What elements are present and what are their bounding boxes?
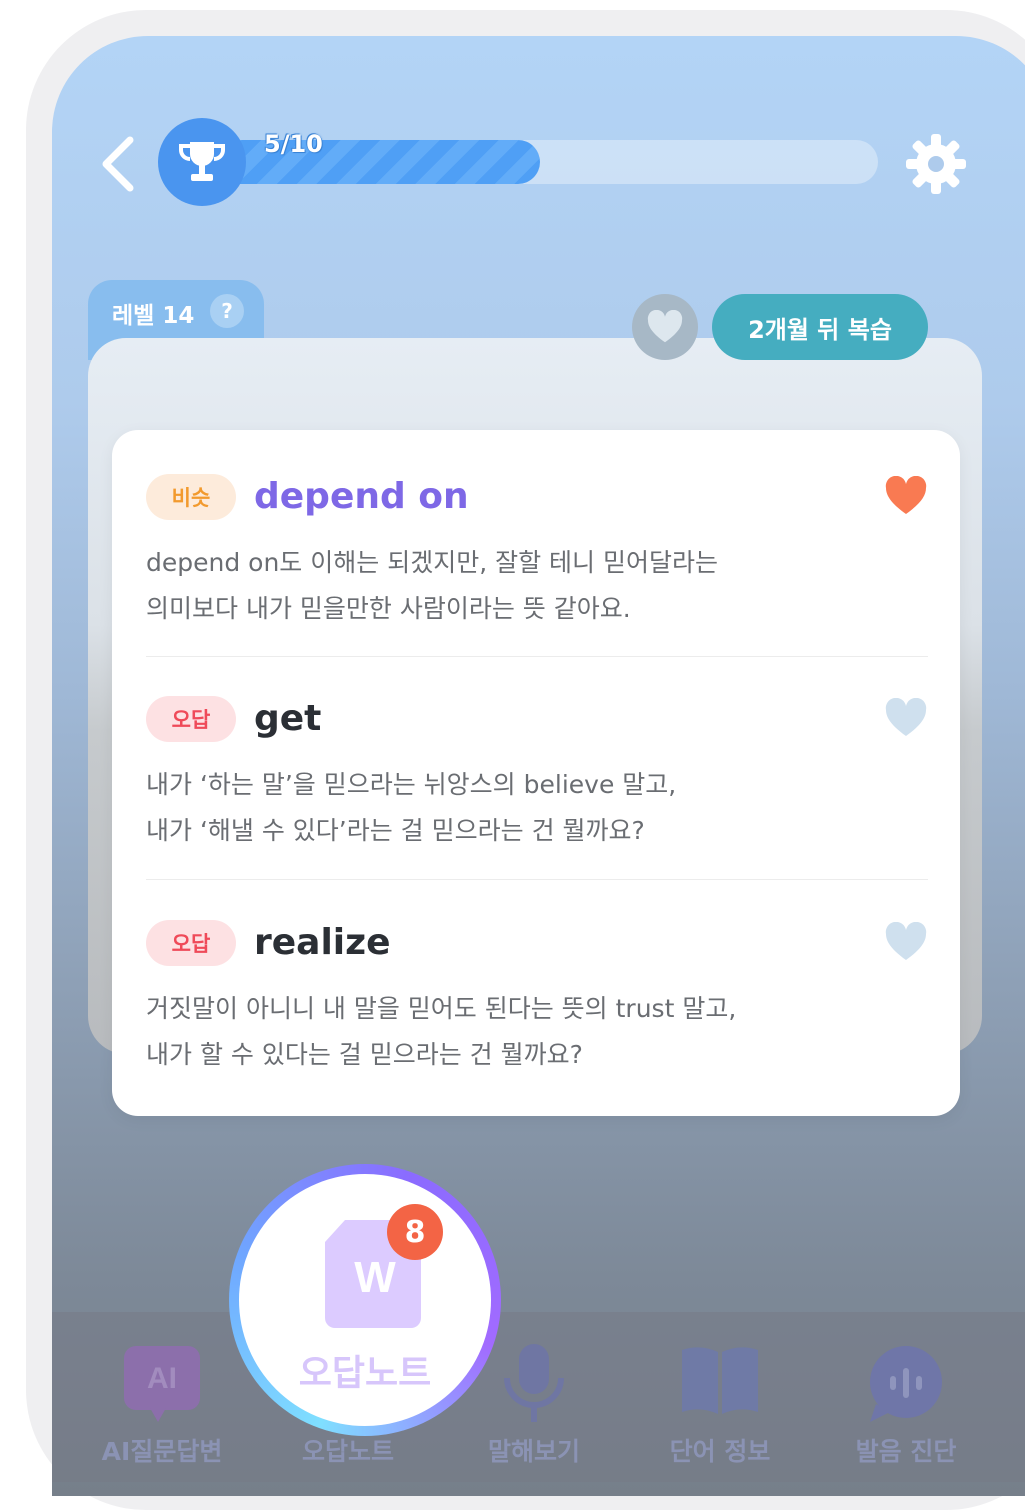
option-word: depend on <box>254 476 469 517</box>
level-label: 레벨 14 <box>112 303 195 329</box>
option-word: realize <box>254 922 391 963</box>
book-icon <box>682 1347 758 1414</box>
option-description: 내가 ‘하는 말’을 믿으라는 뉘앙스의 believe 말고, 내가 ‘해낼 … <box>146 770 677 845</box>
heart-icon <box>647 310 683 343</box>
svg-text:AI: AI <box>147 1362 177 1395</box>
option-word: get <box>254 698 322 739</box>
divider <box>146 879 928 880</box>
wrong-note-button[interactable]: W 8 오답노트 <box>229 1164 501 1436</box>
notification-badge: 8 <box>387 1204 443 1260</box>
review-schedule-badge: 2개월 뒤 복습 <box>712 294 928 360</box>
screen: 5/10 레벨 14 ? 2개월 뒤 복습 비슷 depend on depen… <box>52 36 1025 1496</box>
progress-text: 5/10 <box>264 130 323 158</box>
heart-icon[interactable] <box>884 476 928 516</box>
wrong-badge: 오답 <box>146 696 236 742</box>
similar-badge: 비슷 <box>146 474 236 520</box>
nav-label: 오답노트 <box>301 1437 394 1466</box>
nav-label: AI질문답변 <box>101 1437 223 1466</box>
favorite-button[interactable] <box>632 294 698 360</box>
nav-pronunciation[interactable]: 발음 진단 <box>814 1344 998 1474</box>
svg-text:W: W <box>354 1253 396 1302</box>
ai-chat-icon: AI <box>124 1346 200 1422</box>
gear-icon[interactable] <box>904 132 968 196</box>
answer-options-card: 비슷 depend on depend on도 이해는 되겠지만, 잘할 테니 … <box>112 430 960 1116</box>
chevron-left-icon[interactable] <box>96 134 140 194</box>
option-description: depend on도 이해는 되겠지만, 잘할 테니 믿어달라는 의미보다 내가… <box>146 548 718 623</box>
divider <box>146 656 928 657</box>
progress-fill <box>202 140 540 184</box>
wrong-note-button-inner: W 8 오답노트 <box>239 1174 491 1426</box>
bottom-nav: AI AI질문답변 오답노트 말해보기 단어 정보 발음 진단 <box>52 1312 1025 1482</box>
nav-word-info[interactable]: 단어 정보 <box>628 1344 812 1474</box>
trophy-icon <box>179 142 225 181</box>
option-description: 거짓말이 아니니 내 말을 믿어도 된다는 뜻의 trust 말고, 내가 할 … <box>146 994 737 1069</box>
nav-ai-qa[interactable]: AI AI질문답변 <box>70 1344 254 1474</box>
wrong-badge: 오답 <box>146 920 236 966</box>
nav-label: 단어 정보 <box>669 1437 771 1466</box>
nav-label: 말해보기 <box>487 1437 580 1466</box>
wrong-note-label: 오답노트 <box>298 1353 432 1394</box>
heart-icon[interactable] <box>884 698 928 738</box>
trophy-badge <box>158 118 246 206</box>
microphone-icon <box>504 1344 564 1422</box>
nav-label: 발음 진단 <box>855 1437 957 1466</box>
help-icon[interactable]: ? <box>210 294 244 328</box>
heart-icon[interactable] <box>884 922 928 962</box>
pronunciation-icon <box>870 1346 942 1422</box>
